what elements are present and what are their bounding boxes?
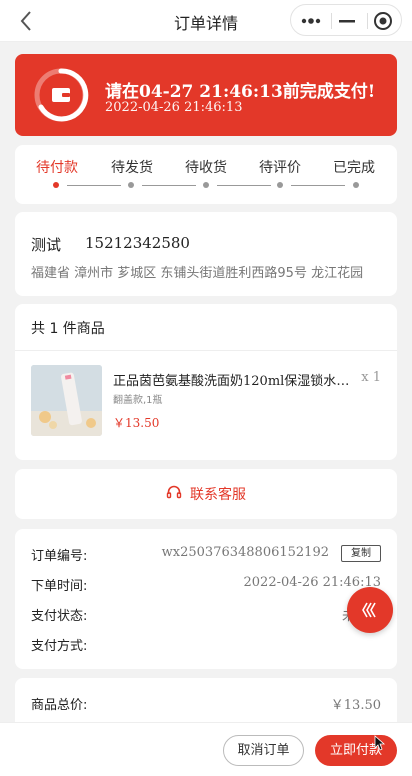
product-price: ￥13.50 xyxy=(113,416,160,430)
step-completed[interactable]: 已完成 xyxy=(333,157,375,177)
product-name[interactable]: 正品茵芭氨基酸洗面奶120ml保湿锁水控油清洁毛孔 xyxy=(113,370,361,389)
order-number: wx250376348806152192 xyxy=(161,545,329,560)
step-pending-receipt[interactable]: 待收货 xyxy=(185,157,227,177)
payment-banner: 请在04-27 21:46:13前完成支付! 2022-04-26 21:46:… xyxy=(15,54,397,136)
order-status-steps: 待付款 待发货 待收货 待评价 已完成 xyxy=(15,145,397,204)
contact-service-button[interactable]: 联系客服 xyxy=(15,469,397,519)
order-number-label: 订单编号: xyxy=(31,549,88,564)
step-dot xyxy=(53,182,59,188)
mini-program-capsule xyxy=(290,4,402,36)
triple-chevron-icon xyxy=(362,602,376,618)
step-pending-shipment[interactable]: 待发货 xyxy=(111,157,153,177)
goods-card: 共 1 件商品 正品茵芭氨基酸洗面奶120ml保湿锁水控油清洁毛孔 x 1 翻盖… xyxy=(15,304,397,460)
step-line xyxy=(142,185,196,186)
more-icon[interactable] xyxy=(293,5,329,37)
address-detail: 福建省 漳州市 芗城区 东铺头街道胜利西路95号 龙江花园 xyxy=(31,266,364,281)
payment-method-label: 支付方式: xyxy=(31,639,88,654)
divider xyxy=(15,350,397,351)
step-pending-review[interactable]: 待评价 xyxy=(259,157,301,177)
total-price-value: ￥13.50 xyxy=(330,698,381,713)
product-quantity: x 1 xyxy=(361,370,381,385)
shipping-address-card[interactable]: 测试 15212342580 福建省 漳州市 芗城区 东铺头街道胜利西路95号 … xyxy=(15,212,397,296)
headset-icon xyxy=(166,484,182,504)
step-pending-payment[interactable]: 待付款 xyxy=(36,157,78,177)
cancel-order-button[interactable]: 取消订单 xyxy=(223,735,304,766)
step-dot xyxy=(128,182,134,188)
nav-bar: 订单详情 xyxy=(0,0,412,42)
step-line xyxy=(67,185,121,186)
total-price-label: 商品总价: xyxy=(31,698,88,713)
step-line xyxy=(291,185,345,186)
mouse-cursor-icon xyxy=(373,735,389,751)
step-line xyxy=(217,185,271,186)
goods-count: 共 1 件商品 xyxy=(31,321,105,337)
order-time-label: 下单时间: xyxy=(31,579,88,594)
step-dot xyxy=(203,182,209,188)
copy-button[interactable]: 复制 xyxy=(341,545,381,562)
order-time: 2022-04-26 21:46:13 xyxy=(105,100,243,115)
floating-menu-button[interactable] xyxy=(347,587,393,633)
payment-deadline: 请在04-27 21:46:13前完成支付! xyxy=(105,82,376,102)
wallet-icon xyxy=(33,67,89,123)
close-target-icon[interactable] xyxy=(365,5,401,37)
contact-service-label: 联系客服 xyxy=(190,487,246,503)
product-image[interactable] xyxy=(31,365,102,436)
minimize-icon[interactable] xyxy=(329,5,365,37)
bottom-action-bar: 取消订单 立即付款 xyxy=(0,722,412,776)
step-dot xyxy=(353,182,359,188)
recipient-phone: 15212342580 xyxy=(85,234,190,252)
step-dot xyxy=(277,182,283,188)
product-spec: 翻盖款,1瓶 xyxy=(113,395,163,406)
payment-status-label: 支付状态: xyxy=(31,609,88,624)
order-info-card: 订单编号: wx250376348806152192 复制 下单时间: 2022… xyxy=(15,529,397,669)
recipient-name: 测试 xyxy=(31,236,62,254)
